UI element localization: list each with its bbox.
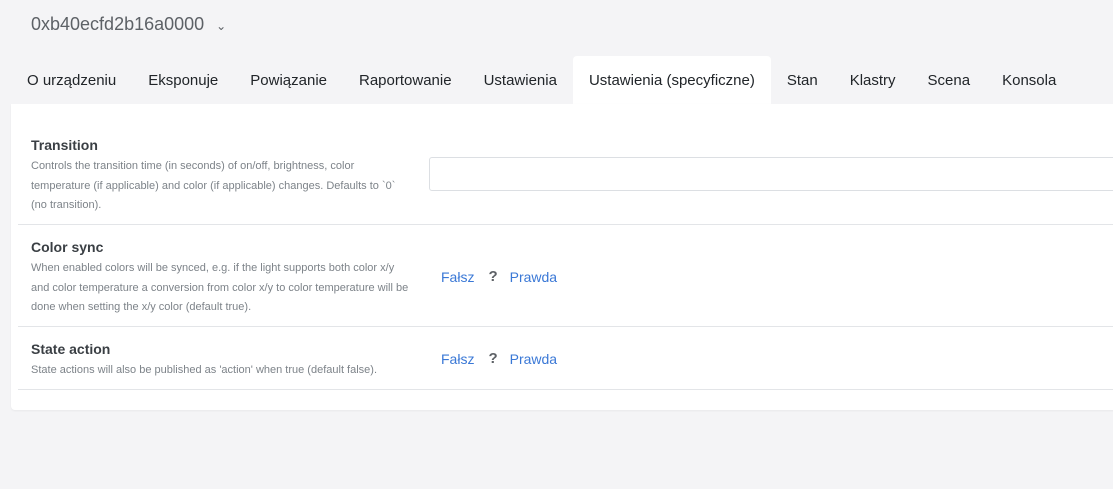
tab-label: Ustawienia (specyficzne) xyxy=(588,71,755,89)
tab-label: Eksponuje xyxy=(148,71,219,89)
setting-label: Color sync xyxy=(31,239,104,255)
tab-state[interactable]: Stan xyxy=(771,56,834,104)
tab-settings[interactable]: Ustawienia xyxy=(468,56,573,104)
transition-input[interactable] xyxy=(429,157,1113,191)
tab-label: Powiązanie xyxy=(250,71,327,89)
tab-label: Klastry xyxy=(849,71,896,89)
setting-label: State action xyxy=(31,341,111,357)
setting-description: When enabled colors will be synced, e.g.… xyxy=(31,262,409,313)
state-action-unknown-option[interactable]: ? xyxy=(488,350,497,367)
tab-label: Stan xyxy=(786,71,818,89)
tab-label: Konsola xyxy=(1002,71,1057,89)
setting-transition: Transition Controls the transition time … xyxy=(18,120,1113,225)
setting-description: State actions will also be published as … xyxy=(31,364,378,376)
tab-settings-specific[interactable]: Ustawienia (specyficzne) xyxy=(572,56,771,104)
tab-reporting[interactable]: Raportowanie xyxy=(343,56,468,104)
tab-label: Scena xyxy=(927,71,971,89)
tab-label: Raportowanie xyxy=(359,71,452,89)
setting-state-action: State action State actions will also be … xyxy=(18,327,1113,390)
setting-label: Transition xyxy=(31,137,98,153)
state-action-toggle: Fałsz ? Prawda xyxy=(441,350,557,367)
tab-about[interactable]: O urządzeniu xyxy=(11,56,132,104)
device-title[interactable]: 0xb40ecfd2b16a0000 ⌄ xyxy=(31,14,226,35)
color-sync-toggle: Fałsz ? Prawda xyxy=(441,268,557,285)
tab-scene[interactable]: Scena xyxy=(912,56,987,104)
tab-bar: O urządzeniu Eksponuje Powiązanie Raport… xyxy=(11,56,1113,104)
tab-exposes[interactable]: Eksponuje xyxy=(132,56,234,104)
settings-panel: Transition Controls the transition time … xyxy=(11,104,1113,410)
color-sync-true-option[interactable]: Prawda xyxy=(510,269,557,285)
chevron-down-icon[interactable]: ⌄ xyxy=(216,19,226,33)
color-sync-false-option[interactable]: Fałsz xyxy=(441,269,474,285)
tab-label: O urządzeniu xyxy=(27,71,117,89)
tab-label: Ustawienia xyxy=(483,71,557,89)
setting-description: Controls the transition time (in seconds… xyxy=(31,160,396,211)
state-action-false-option[interactable]: Fałsz xyxy=(441,351,474,367)
tab-clusters[interactable]: Klastry xyxy=(834,56,912,104)
setting-color-sync: Color sync When enabled colors will be s… xyxy=(18,225,1113,327)
device-name: 0xb40ecfd2b16a0000 xyxy=(31,14,205,34)
state-action-true-option[interactable]: Prawda xyxy=(510,351,557,367)
tab-console[interactable]: Konsola xyxy=(986,56,1072,104)
tab-bind[interactable]: Powiązanie xyxy=(234,56,343,104)
color-sync-unknown-option[interactable]: ? xyxy=(488,268,497,285)
